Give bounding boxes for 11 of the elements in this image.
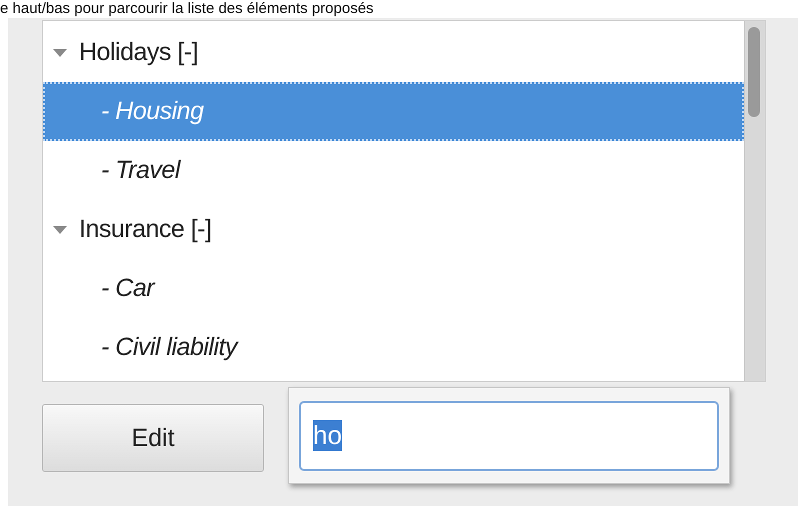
- tree-category[interactable]: Insurance [-]: [43, 200, 744, 259]
- search-field[interactable]: ho: [299, 400, 719, 470]
- tree-item[interactable]: - Car: [43, 259, 744, 318]
- tree-category[interactable]: Holidays [-]: [43, 23, 744, 82]
- instruction-text: e haut/bas pour parcourir la liste des éléments proposés: [0, 0, 375, 18]
- expanded-triangle-icon[interactable]: [53, 224, 67, 234]
- tree-item[interactable]: - Civil liability: [43, 318, 744, 377]
- tree-item[interactable]: - Travel: [43, 141, 744, 200]
- expanded-triangle-icon[interactable]: [53, 48, 67, 58]
- edit-button[interactable]: Edit: [42, 404, 264, 472]
- scrollbar[interactable]: [744, 21, 765, 381]
